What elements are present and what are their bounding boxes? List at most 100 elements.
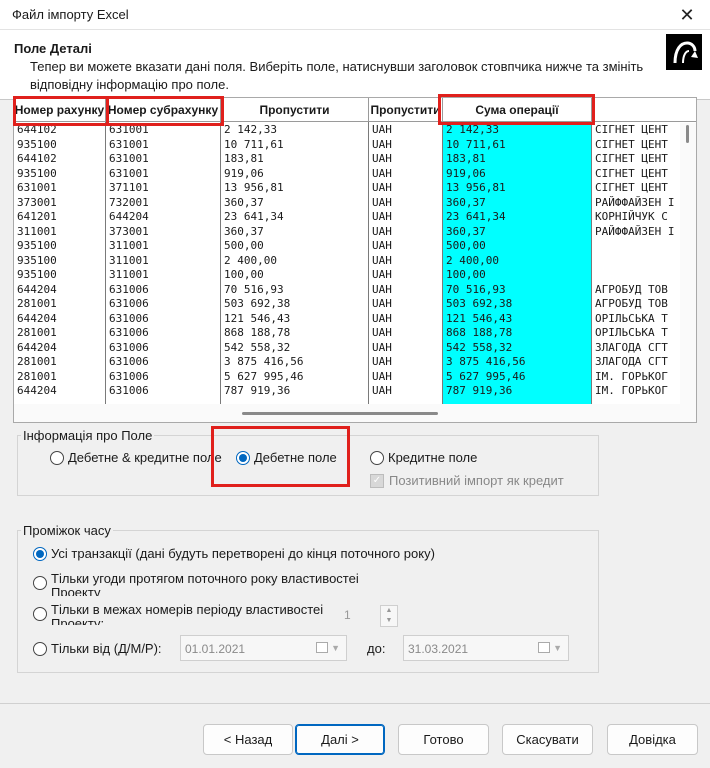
cell-amount: 542 558,32	[446, 340, 513, 354]
date-to-value: 31.03.2021	[408, 642, 469, 656]
cell-subaccount: 631006	[109, 340, 149, 354]
chevron-up-icon[interactable]: ▲	[381, 606, 397, 616]
table-row: 373001 732001 360,37 UAH 360,37 РАЙФФАЙЗЕН І	[14, 196, 682, 211]
column-header-skip-1[interactable]: Пропустити	[221, 98, 369, 122]
cell-amount: 10 711,61	[446, 137, 506, 151]
cell-subaccount: 311001	[109, 253, 149, 267]
cell-subaccount: 631006	[109, 311, 149, 325]
title-bar: Файл імпорту Excel ✕	[0, 0, 710, 30]
cell-currency: UAH	[372, 224, 392, 238]
cell-account: 644204	[17, 384, 57, 397]
cell-amount: 868 188,78	[446, 326, 513, 339]
cell-account: 644204	[17, 282, 57, 296]
radio-label: Тільки в межах номерів періоду властивос…	[51, 603, 324, 625]
radio-credit[interactable]: Кредитне поле	[370, 450, 477, 465]
cell-skip-1: 542 558,32	[224, 340, 291, 354]
cell-currency: UAH	[372, 239, 392, 252]
cell-counterparty	[592, 268, 682, 283]
help-button[interactable]: Довідка	[607, 724, 698, 755]
period-label: Проміжок часу	[21, 523, 113, 538]
table-row: 644204 631006 787 919,36 UAH 787 919,36 ІМ. Г…	[14, 384, 682, 399]
next-button[interactable]: Далі >	[295, 724, 385, 755]
table-row: 281001 631006 868 188,78 UAH 868 188,78 ОРІЛЬ…	[14, 326, 682, 341]
annotation-box-account	[13, 96, 109, 126]
horizontal-scrollbar[interactable]	[14, 404, 696, 422]
cell-skip-1: 23 641,34	[224, 210, 284, 223]
radio-current-year[interactable]: Тільки угоди протягом поточного року вла…	[33, 572, 359, 596]
cell-currency: UAH	[372, 123, 392, 136]
radio-all-transactions[interactable]: Усі транзакції (дані будуть перетворені …	[33, 546, 435, 561]
cell-account: 281001	[17, 326, 57, 339]
radio-label: Тільки від (Д/М/Р):	[51, 641, 162, 656]
cell-account: 935100	[17, 239, 57, 252]
table-row: 644204 631006 121 546,43 UAH 121 546,43 ОРІЛЬ…	[14, 312, 682, 327]
radio-button[interactable]	[33, 576, 47, 590]
cell-counterparty: РАЙФФАЙЗЕН І	[595, 195, 675, 209]
radio-button-selected[interactable]	[33, 546, 47, 561]
grid-body: 644102 631001 2 142,33 UAH 2 142,33 СІГНЕТ ЦЕ…	[14, 123, 682, 405]
cell-skip-1: 919,06	[224, 166, 264, 180]
date-to-field[interactable]: 31.03.2021 ▼	[403, 635, 569, 661]
cell-account: 641201	[17, 210, 57, 223]
scrollbar-thumb[interactable]	[242, 412, 438, 415]
radio-button[interactable]	[50, 450, 64, 465]
table-row: 281001 631006 3 875 416,56 UAH 3 875 416,56 З…	[14, 355, 682, 370]
cell-skip-1: 3 875 416,56	[224, 355, 304, 368]
cell-subaccount: 631001	[109, 137, 149, 151]
cell-account: 935100	[17, 268, 57, 281]
table-row: 935100 311001 2 400,00 UAH 2 400,00	[14, 254, 682, 269]
cell-counterparty: АГРОБУД ТОВ	[595, 282, 668, 296]
cell-counterparty: КОРНІЙЧУК С	[595, 210, 668, 223]
footer-divider	[0, 703, 710, 704]
calendar-icon[interactable]: ▼	[538, 642, 562, 653]
cell-currency: UAH	[372, 311, 392, 325]
cell-skip-1: 2 400,00	[224, 253, 277, 267]
date-from-field[interactable]: 01.01.2021 ▼	[180, 635, 347, 661]
table-row: 281001 631006 503 692,38 UAH 503 692,38 АГРОБ…	[14, 297, 682, 312]
cell-subaccount: 631006	[109, 369, 149, 383]
cell-subaccount: 311001	[109, 268, 149, 281]
vertical-scrollbar[interactable]	[680, 123, 696, 405]
cell-currency: UAH	[372, 181, 392, 194]
radio-date-range[interactable]: Тільки від (Д/М/Р):	[33, 641, 162, 656]
cell-currency: UAH	[372, 152, 392, 165]
radio-button[interactable]	[33, 641, 47, 656]
done-button[interactable]: Готово	[398, 724, 489, 755]
cell-amount: 70 516,93	[446, 282, 506, 296]
cell-amount: 183,81	[446, 152, 486, 165]
chevron-down-icon[interactable]: ▼	[381, 616, 397, 626]
cancel-button[interactable]: Скасувати	[502, 724, 593, 755]
cell-skip-1: 121 546,43	[224, 311, 291, 325]
annotation-box-debit	[211, 426, 350, 487]
cell-subaccount: 371101	[109, 181, 149, 194]
cell-amount: 13 956,81	[446, 181, 506, 194]
cell-currency: UAH	[372, 340, 392, 354]
close-icon[interactable]: ✕	[664, 0, 710, 30]
cell-account: 281001	[17, 297, 57, 310]
cell-skip-1: 868 188,78	[224, 326, 291, 339]
positive-credit-checkbox: ✓ Позитивний імпорт як кредит	[370, 473, 564, 488]
column-header-skip-2[interactable]: Пропустити	[369, 98, 443, 122]
back-button[interactable]: < Назад	[203, 724, 293, 755]
cell-counterparty: РАЙФФАЙЗЕН І	[595, 224, 675, 238]
cell-account: 644204	[17, 311, 57, 325]
radio-button[interactable]	[370, 450, 384, 465]
scrollbar-thumb[interactable]	[686, 125, 689, 143]
cell-skip-1: 360,37	[224, 224, 264, 238]
cell-subaccount: 631006	[109, 297, 149, 310]
cell-skip-1: 70 516,93	[224, 282, 284, 296]
radio-period-numbers[interactable]: Тільки в межах номерів періоду властивос…	[33, 603, 323, 625]
radio-debit-credit[interactable]: Дебетне & кредитне поле	[50, 450, 222, 465]
cell-skip-1: 13 956,81	[224, 181, 284, 194]
cell-currency: UAH	[372, 195, 392, 209]
radio-label: Тільки угоди протягом поточного року вла…	[51, 572, 359, 596]
table-row: 644204 631006 70 516,93 UAH 70 516,93 АГРОБУД…	[14, 283, 682, 298]
period-number-stepper[interactable]: 1 ▲ ▼	[344, 605, 398, 627]
cell-amount: 500,00	[446, 239, 486, 252]
calendar-icon[interactable]: ▼	[316, 642, 340, 653]
stepper-buttons[interactable]: ▲ ▼	[380, 605, 398, 627]
radio-button[interactable]	[33, 607, 47, 621]
annotation-box-subaccount	[106, 96, 224, 126]
cell-subaccount: 631006	[109, 282, 149, 296]
column-header-extra[interactable]	[592, 98, 682, 122]
